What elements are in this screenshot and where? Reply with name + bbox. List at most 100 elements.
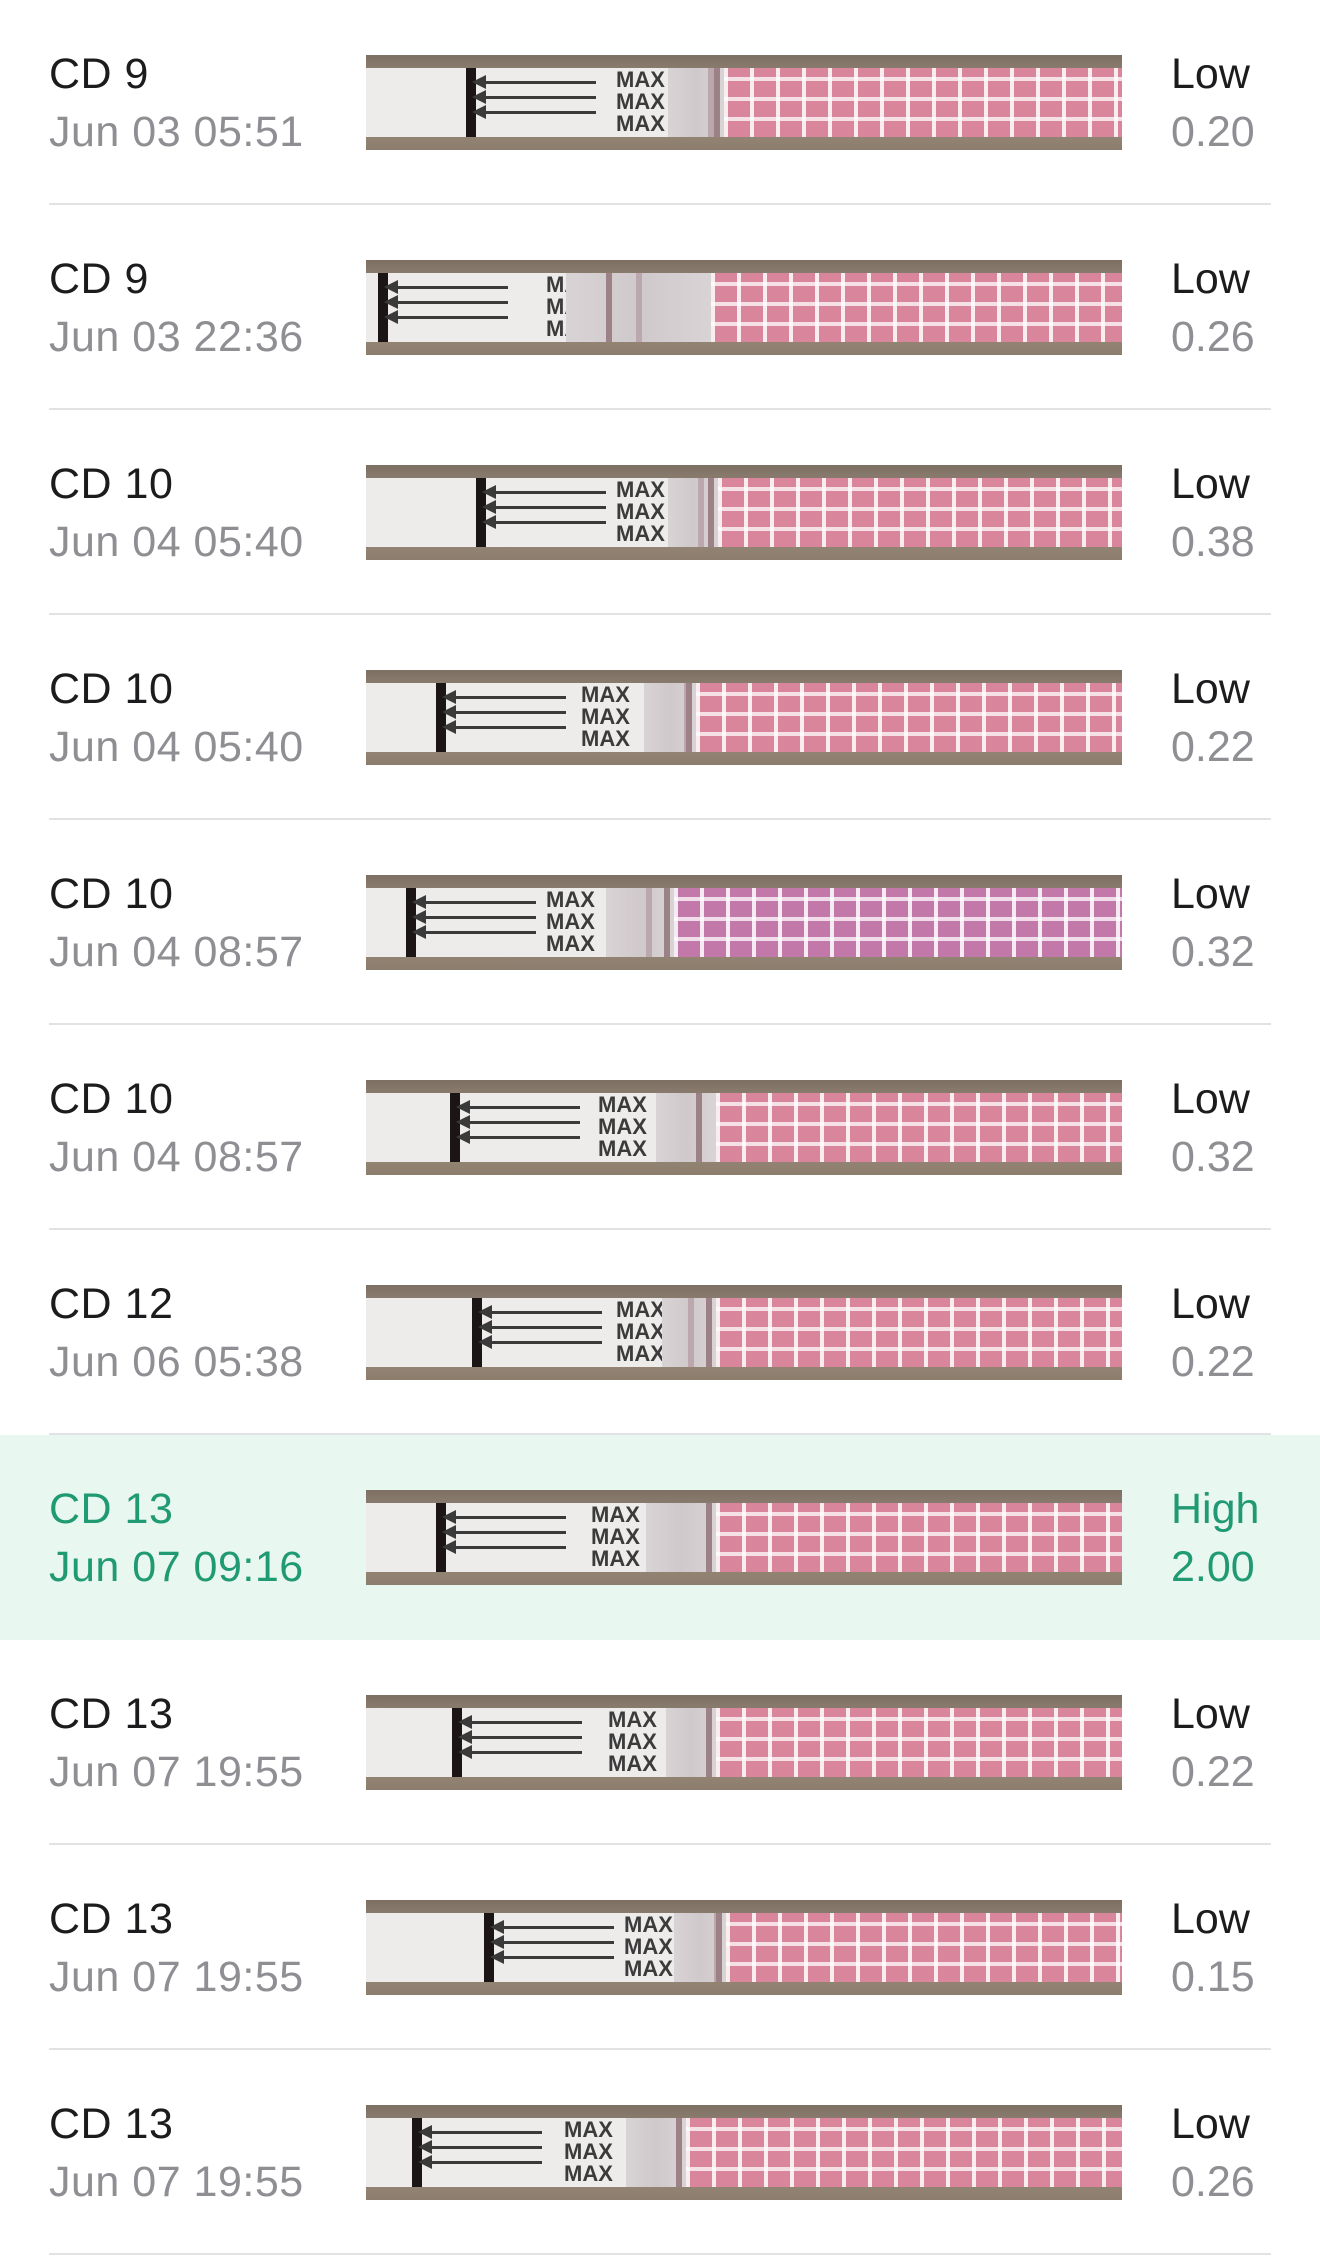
result-value: 0.22 <box>1171 1748 1255 1796</box>
list-item[interactable]: CD 13 Jun 07 19:55 MAX MAX MAX Low 0.22 <box>0 1640 1320 1845</box>
list-item[interactable]: CD 10 Jun 04 05:40 MAX MAX MAX Low 0.38 <box>0 410 1320 615</box>
result-level: Low <box>1171 665 1250 713</box>
list-item[interactable]: CD 9 Jun 03 05:51 MAX MAX MAX Low 0.20 <box>0 0 1320 205</box>
arrow-left-icon <box>442 690 566 704</box>
strip-result-window <box>646 1503 734 1572</box>
strip-max-text: MAX <box>624 1934 673 1959</box>
result-value: 2.00 <box>1171 1543 1255 1591</box>
list-item[interactable]: CD 12 Jun 06 05:38 MAX MAX MAX Low 0.22 <box>0 1230 1320 1435</box>
test-line <box>646 888 652 957</box>
strip-arrows-icon <box>412 895 536 948</box>
test-timestamp: Jun 07 09:16 <box>49 1543 304 1591</box>
arrow-left-icon <box>456 1100 580 1114</box>
strip-max-label: MAXMAXMAX <box>608 1709 657 1775</box>
test-strip-image: MAXMAXMAX <box>366 260 1122 355</box>
result-level: Low <box>1171 1075 1250 1123</box>
list-item[interactable]: CD 9 Jun 03 22:36 MAXMAXMAX Low 0.26 <box>0 205 1320 410</box>
arrow-left-icon <box>482 485 606 499</box>
test-strip-image: MAXMAXMAX <box>366 875 1122 970</box>
arrow-left-icon <box>384 295 508 309</box>
strip-max-text: MAX <box>624 1912 673 1937</box>
test-strip-image: MAXMAXMAX <box>366 1285 1122 1380</box>
test-timestamp: Jun 07 19:55 <box>49 1748 304 1796</box>
strip-arrows-icon <box>384 280 508 333</box>
list-item[interactable]: CD 13 Jun 07 19:55 MAX MAX MAX Low 0.15 <box>0 1845 1320 2050</box>
strip-max-text: MAX <box>616 89 665 114</box>
strip-max-text: MAX <box>564 2161 613 2186</box>
strip-max-text: MAX <box>591 1502 640 1527</box>
cycle-day-label: CD 9 <box>49 255 149 303</box>
strip-result-window <box>666 1708 716 1777</box>
strip-max-text: MAX <box>616 477 665 502</box>
result-value: 0.22 <box>1171 1338 1255 1386</box>
strip-max-text: MAX <box>598 1092 647 1117</box>
strip-arrows-icon <box>478 1305 602 1358</box>
cycle-day-label: CD 10 <box>49 460 174 508</box>
arrow-left-icon <box>472 90 596 104</box>
strip-max-text: MAX <box>581 704 630 729</box>
arrow-left-icon <box>456 1115 580 1129</box>
strip-max-text: MAX <box>546 909 595 934</box>
strip-max-text: MAX <box>616 521 665 546</box>
strip-max-text: MAX <box>616 1341 665 1366</box>
strip-result-window <box>674 1913 726 1982</box>
strip-lh-pad <box>716 1298 1122 1367</box>
control-line <box>706 1503 712 1572</box>
arrow-left-icon <box>482 500 606 514</box>
strip-max-label: MAXMAXMAX <box>564 2119 613 2185</box>
arrow-left-icon <box>458 1745 582 1759</box>
strip-lh-pad <box>716 1708 1122 1777</box>
arrow-left-icon <box>442 1525 566 1539</box>
list-item[interactable]: CD 10 Jun 04 05:40 MAX MAX MAX Low 0.22 <box>0 615 1320 820</box>
result-level: High <box>1171 1485 1260 1533</box>
test-strip-image: MAXMAXMAX <box>366 1900 1122 1995</box>
strip-max-text: MAX <box>608 1729 657 1754</box>
test-strip-image: MAXMAXMAX <box>366 55 1122 150</box>
list-item-selected[interactable]: CD 13 Jun 07 09:16 MAX MAX MAX High 2.00 <box>0 1435 1320 1640</box>
arrow-left-icon <box>418 2155 542 2169</box>
arrow-left-icon <box>418 2125 542 2139</box>
cycle-day-label: CD 9 <box>49 50 149 98</box>
strip-lh-pad <box>726 1913 1122 1982</box>
arrow-left-icon <box>384 280 508 294</box>
test-timestamp: Jun 04 05:40 <box>49 518 304 566</box>
cycle-day-label: CD 13 <box>49 1485 174 1533</box>
strip-max-label: MAXMAXMAX <box>616 1299 665 1365</box>
list-item[interactable]: CD 10 Jun 04 08:57 MAX MAX MAX Low 0.32 <box>0 820 1320 1025</box>
cycle-day-label: CD 10 <box>49 870 174 918</box>
strip-max-text: MAX <box>608 1707 657 1732</box>
cycle-day-label: CD 10 <box>49 665 174 713</box>
strip-result-window <box>606 888 674 957</box>
strip-max-text: MAX <box>616 1319 665 1344</box>
list-item[interactable]: CD 13 Jun 07 19:55 MAX MAX MAX Low 0.26 <box>0 2050 1320 2255</box>
arrow-left-icon <box>490 1935 614 1949</box>
strip-arrows-icon <box>458 1715 582 1768</box>
result-level: Low <box>1171 460 1250 508</box>
result-value: 0.20 <box>1171 108 1255 156</box>
arrow-left-icon <box>490 1920 614 1934</box>
test-strip-image: MAXMAXMAX <box>366 670 1122 765</box>
arrow-left-icon <box>412 895 536 909</box>
arrow-left-icon <box>442 1510 566 1524</box>
strip-max-text: MAX <box>581 682 630 707</box>
list-item[interactable]: CD 10 Jun 04 08:57 MAX MAX MAX Low 0.32 <box>0 1025 1320 1230</box>
strip-lh-pad <box>696 683 1122 752</box>
strip-max-text: MAX <box>624 1956 673 1981</box>
result-level: Low <box>1171 50 1250 98</box>
arrow-left-icon <box>472 105 596 119</box>
strip-max-text: MAX <box>616 111 665 136</box>
arrow-left-icon <box>472 75 596 89</box>
strip-arrows-icon <box>418 2125 542 2178</box>
result-level: Low <box>1171 255 1250 303</box>
control-line <box>664 888 670 957</box>
strip-lh-pad <box>716 1503 1122 1572</box>
test-timestamp: Jun 04 08:57 <box>49 1133 304 1181</box>
cycle-day-label: CD 10 <box>49 1075 174 1123</box>
arrow-left-icon <box>458 1730 582 1744</box>
strip-arrows-icon <box>482 485 606 538</box>
cycle-day-label: CD 13 <box>49 1690 174 1738</box>
test-timestamp: Jun 04 05:40 <box>49 723 304 771</box>
strip-max-text: MAX <box>608 1751 657 1776</box>
strip-arrows-icon <box>442 1510 566 1563</box>
strip-max-text: MAX <box>598 1136 647 1161</box>
